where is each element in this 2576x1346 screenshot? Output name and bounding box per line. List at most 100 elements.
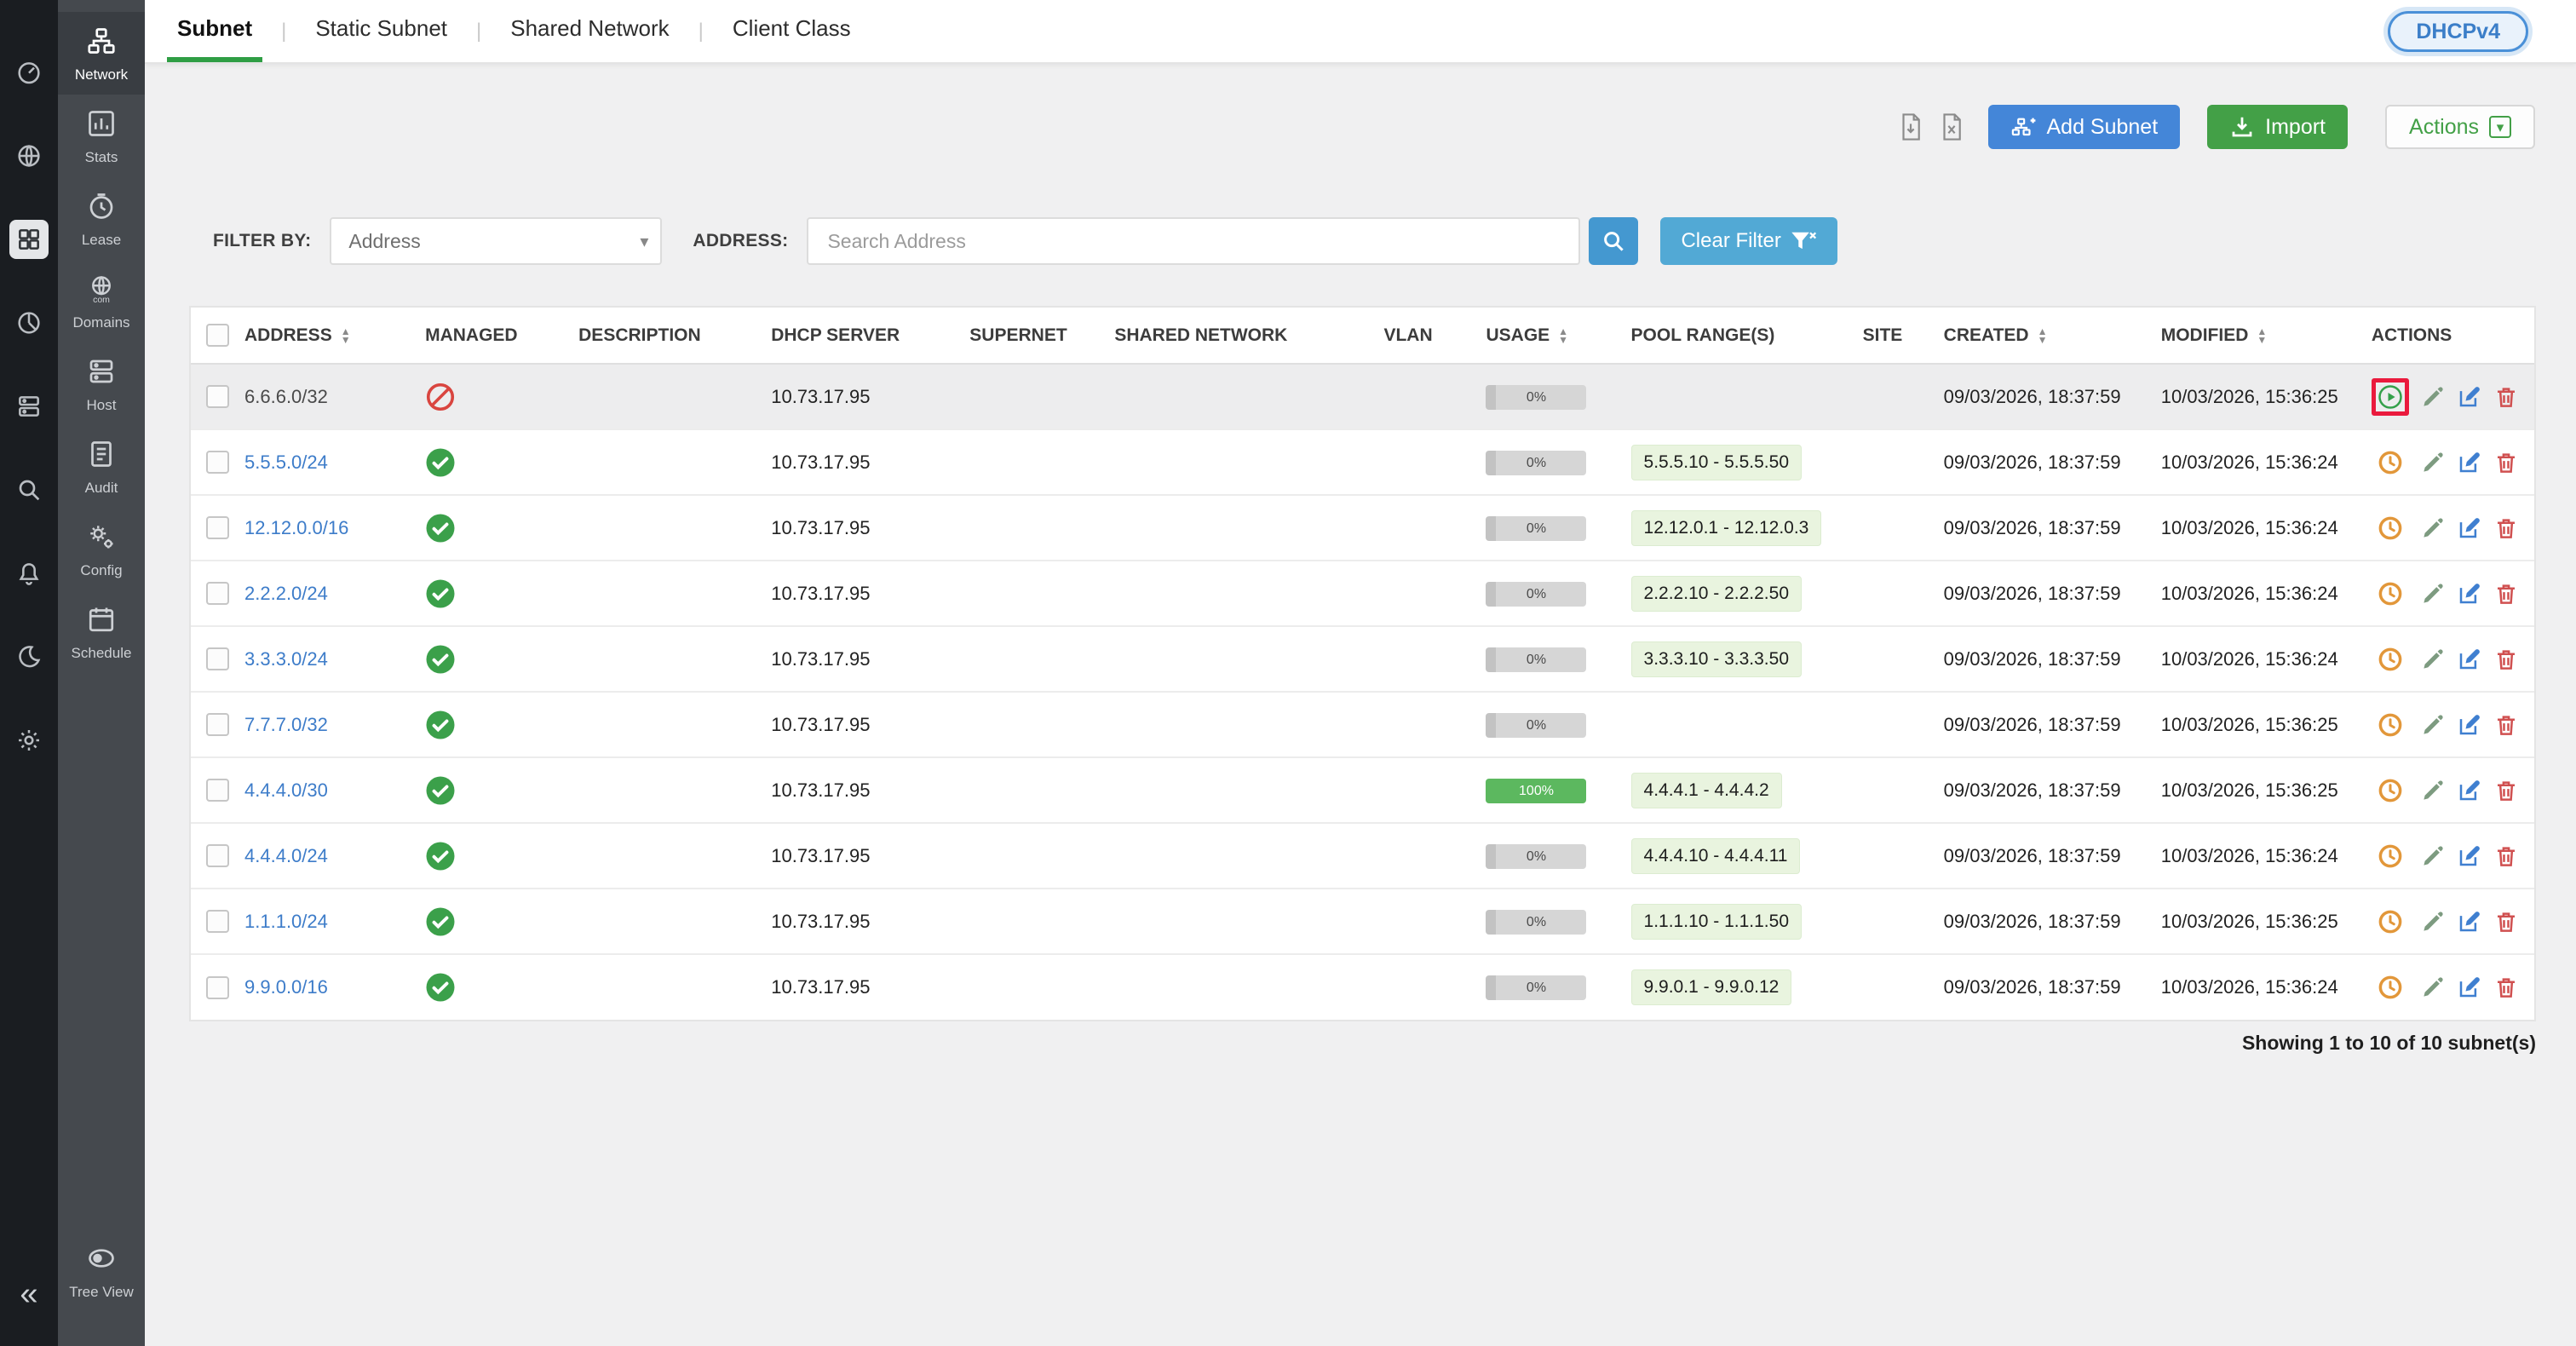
sidebar-item-tree-view[interactable]: Tree View xyxy=(58,1229,145,1312)
select-all-checkbox[interactable] xyxy=(206,324,229,347)
row-checkbox[interactable] xyxy=(206,451,229,474)
pen-icon[interactable] xyxy=(2420,647,2446,672)
edit-icon[interactable] xyxy=(2457,778,2482,803)
pen-icon[interactable] xyxy=(2420,843,2446,869)
pen-icon[interactable] xyxy=(2420,450,2446,475)
clock-icon[interactable] xyxy=(2378,778,2403,803)
sidebar-item-domains[interactable]: com Domains xyxy=(58,260,145,342)
dark-mode-moon-icon[interactable] xyxy=(9,637,49,676)
subnet-address-link[interactable]: 9.9.0.0/16 xyxy=(244,976,328,998)
sort-icon[interactable]: ▲▼ xyxy=(341,327,351,344)
pen-icon[interactable] xyxy=(2420,515,2446,541)
row-checkbox[interactable] xyxy=(206,582,229,605)
sidebar-item-network[interactable]: Network xyxy=(58,12,145,95)
server-stack-icon[interactable] xyxy=(9,387,49,426)
edit-icon[interactable] xyxy=(2457,515,2482,541)
pen-icon[interactable] xyxy=(2420,384,2446,410)
sidebar-item-lease[interactable]: Lease xyxy=(58,177,145,260)
notifications-bell-icon[interactable] xyxy=(9,554,49,593)
edit-icon[interactable] xyxy=(2457,384,2482,410)
row-checkbox[interactable] xyxy=(206,844,229,867)
column-header-modified[interactable]: MODIFIED▲▼ xyxy=(2154,308,2365,364)
row-checkbox[interactable] xyxy=(206,910,229,933)
row-checkbox[interactable] xyxy=(206,713,229,736)
edit-icon[interactable] xyxy=(2457,909,2482,935)
delete-icon[interactable] xyxy=(2493,909,2519,935)
filter-by-select[interactable]: Address ▾ xyxy=(330,217,662,265)
edit-icon[interactable] xyxy=(2457,843,2482,869)
delete-icon[interactable] xyxy=(2493,581,2519,607)
column-header-usage[interactable]: USAGE▲▼ xyxy=(1479,308,1624,364)
clock-icon[interactable] xyxy=(2378,581,2403,607)
sidebar-item-audit[interactable]: Audit xyxy=(58,425,145,508)
subnet-address-link[interactable]: 4.4.4.0/30 xyxy=(244,779,328,801)
subnet-address-link[interactable]: 12.12.0.0/16 xyxy=(244,517,348,538)
dashboard-icon[interactable] xyxy=(9,53,49,92)
pen-icon[interactable] xyxy=(2420,778,2446,803)
row-checkbox[interactable] xyxy=(206,779,229,802)
pen-icon[interactable] xyxy=(2420,975,2446,1000)
excel-export-icon[interactable] xyxy=(1939,112,1964,141)
sidebar-item-schedule[interactable]: Schedule xyxy=(58,590,145,673)
sidebar-item-host[interactable]: Host xyxy=(58,342,145,425)
tab-shared-network[interactable]: Shared Network xyxy=(500,0,679,62)
clock-icon[interactable] xyxy=(2378,647,2403,672)
column-header-address[interactable]: ADDRESS▲▼ xyxy=(238,308,418,364)
play-icon[interactable] xyxy=(2378,384,2403,410)
subnet-address-link[interactable]: 4.4.4.0/24 xyxy=(244,845,328,866)
add-subnet-button[interactable]: Add Subnet xyxy=(1988,105,2180,149)
delete-icon[interactable] xyxy=(2493,647,2519,672)
tab-subnet[interactable]: Subnet xyxy=(167,0,262,62)
sort-icon[interactable]: ▲▼ xyxy=(1558,327,1568,344)
edit-icon[interactable] xyxy=(2457,975,2482,1000)
collapse-sidebar-button[interactable]: « xyxy=(0,1278,58,1310)
pdf-export-icon[interactable] xyxy=(1898,112,1923,141)
clock-icon[interactable] xyxy=(2378,712,2403,738)
search-icon[interactable] xyxy=(9,470,49,509)
row-checkbox[interactable] xyxy=(206,516,229,539)
subnet-address-link[interactable]: 7.7.7.0/32 xyxy=(244,714,328,735)
delete-icon[interactable] xyxy=(2493,515,2519,541)
row-checkbox[interactable] xyxy=(206,385,229,408)
edit-icon[interactable] xyxy=(2457,450,2482,475)
delete-icon[interactable] xyxy=(2493,450,2519,475)
clock-icon[interactable] xyxy=(2378,515,2403,541)
delete-icon[interactable] xyxy=(2493,778,2519,803)
admin-gear-icon[interactable] xyxy=(9,721,49,760)
dns-globe-icon[interactable] xyxy=(9,136,49,175)
tab-client-class[interactable]: Client Class xyxy=(722,0,861,62)
dhcp-grid-icon[interactable] xyxy=(9,220,49,259)
subnet-address-link[interactable]: 1.1.1.0/24 xyxy=(244,911,328,932)
sidebar-item-stats[interactable]: Stats xyxy=(58,95,145,177)
delete-icon[interactable] xyxy=(2493,384,2519,410)
sort-icon[interactable]: ▲▼ xyxy=(2038,327,2048,344)
subnet-address-link[interactable]: 3.3.3.0/24 xyxy=(244,648,328,670)
clock-icon[interactable] xyxy=(2378,450,2403,475)
delete-icon[interactable] xyxy=(2493,843,2519,869)
clock-icon[interactable] xyxy=(2378,909,2403,935)
subnet-address-link[interactable]: 2.2.2.0/24 xyxy=(244,583,328,604)
pen-icon[interactable] xyxy=(2420,581,2446,607)
edit-icon[interactable] xyxy=(2457,581,2482,607)
sidebar-item-config[interactable]: Config xyxy=(58,508,145,590)
sort-icon[interactable]: ▲▼ xyxy=(2257,327,2267,344)
tab-static-subnet[interactable]: Static Subnet xyxy=(305,0,457,62)
search-address-input[interactable] xyxy=(807,217,1580,265)
clock-icon[interactable] xyxy=(2378,975,2403,1000)
subnet-address-link[interactable]: 5.5.5.0/24 xyxy=(244,452,328,473)
clock-icon[interactable] xyxy=(2378,843,2403,869)
pen-icon[interactable] xyxy=(2420,909,2446,935)
import-button[interactable]: Import xyxy=(2207,105,2348,149)
reports-pie-icon[interactable] xyxy=(9,303,49,342)
search-button[interactable] xyxy=(1589,217,1638,265)
row-checkbox[interactable] xyxy=(206,647,229,670)
column-header-created[interactable]: CREATED▲▼ xyxy=(1937,308,2154,364)
delete-icon[interactable] xyxy=(2493,975,2519,1000)
delete-icon[interactable] xyxy=(2493,712,2519,738)
dhcp-version-badge[interactable]: DHCPv4 xyxy=(2388,11,2528,52)
edit-icon[interactable] xyxy=(2457,647,2482,672)
row-checkbox[interactable] xyxy=(206,976,229,999)
pen-icon[interactable] xyxy=(2420,712,2446,738)
edit-icon[interactable] xyxy=(2457,712,2482,738)
actions-button[interactable]: Actions ▾ xyxy=(2385,105,2535,149)
